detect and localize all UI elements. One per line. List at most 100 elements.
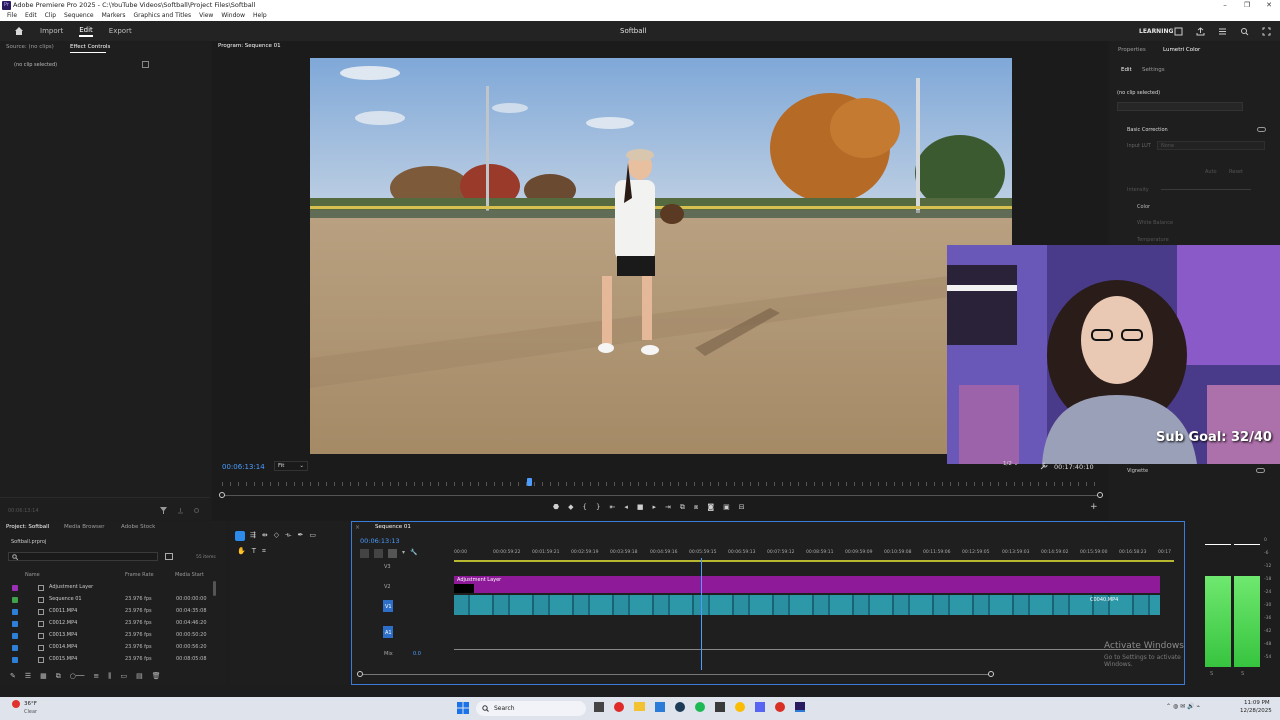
mark-out-icon[interactable]: } xyxy=(596,503,600,513)
zoom-handle-left[interactable] xyxy=(219,492,225,498)
stop-icon[interactable]: ■ xyxy=(637,503,644,513)
workspace-menu-icon[interactable] xyxy=(1218,27,1227,36)
tab-adobe-stock[interactable]: Adobe Stock xyxy=(121,524,155,530)
weather-temp[interactable]: 36°F xyxy=(24,701,37,707)
steam-icon[interactable] xyxy=(675,702,685,712)
tab-sequence[interactable]: Sequence 01 xyxy=(375,524,411,530)
label-color-swatch[interactable] xyxy=(12,657,18,663)
reset-button[interactable]: Reset xyxy=(1229,169,1243,175)
work-area-bar[interactable] xyxy=(454,560,1174,562)
vignette-toggle[interactable] xyxy=(1256,468,1265,473)
new-bin-icon[interactable] xyxy=(165,553,173,560)
label-color-swatch[interactable] xyxy=(12,645,18,651)
pen-tool-icon[interactable]: ✒ xyxy=(297,531,303,540)
adjustment-layer-clip[interactable]: Adjustment Layer xyxy=(454,576,1160,593)
selection-tool-icon[interactable] xyxy=(235,531,245,541)
task-view-icon[interactable] xyxy=(594,702,604,712)
project-item-row[interactable]: C0013.MP4 23.976 fps 00:00:50:20 xyxy=(0,631,212,642)
home-icon[interactable] xyxy=(14,26,24,36)
track-v3[interactable]: V3 xyxy=(384,564,391,570)
share-icon[interactable] xyxy=(1196,27,1205,36)
timeline-playhead[interactable] xyxy=(701,558,702,670)
tab-source[interactable]: Source: (no clips) xyxy=(6,44,54,50)
project-item-row[interactable]: C0012.MP4 23.976 fps 00:04:46:20 xyxy=(0,619,212,630)
project-item-row[interactable]: C0011.MP4 23.976 fps 00:04:35:08 xyxy=(0,607,212,618)
camera-icon[interactable]: ◙ xyxy=(707,503,714,513)
maximize-button[interactable]: ❐ xyxy=(1236,0,1258,11)
clock-date[interactable]: 12/28/2025 xyxy=(1240,708,1272,714)
minimize-button[interactable]: – xyxy=(1214,0,1236,11)
filter-icon[interactable] xyxy=(160,507,167,514)
snap-icon[interactable] xyxy=(374,549,383,558)
program-ruler[interactable] xyxy=(222,482,1102,486)
zoom-scrollbar[interactable] xyxy=(222,495,1102,496)
timeline-timecode[interactable]: 00:06:13:13 xyxy=(360,537,400,545)
nest-toggle-icon[interactable] xyxy=(360,549,369,558)
lumetri-preset-dropdown[interactable] xyxy=(1117,102,1243,111)
search-icon[interactable] xyxy=(1240,27,1249,36)
col-name[interactable]: Name xyxy=(25,572,40,578)
project-search-input[interactable] xyxy=(8,552,158,561)
comparison-icon[interactable]: ▣ xyxy=(723,503,730,513)
project-scrollbar[interactable] xyxy=(213,581,216,596)
icon-view-icon[interactable]: ▦ xyxy=(40,672,47,680)
system-tray[interactable]: ⌃ ◍ ✉ 🔊 ⌁ xyxy=(1166,703,1200,710)
razor-tool-icon[interactable]: ◇ xyxy=(274,531,279,540)
workspace-edit[interactable]: Edit xyxy=(79,26,93,37)
v1-video-clips[interactable]: C0040.MP4 xyxy=(454,595,1160,615)
program-playhead[interactable] xyxy=(527,478,532,486)
pencil-icon[interactable]: ✎ xyxy=(10,672,16,680)
close-button[interactable]: ✕ xyxy=(1258,0,1280,11)
workspace-export[interactable]: Export xyxy=(109,27,132,35)
step-back-icon[interactable]: ◂ xyxy=(624,503,628,513)
timeline-settings-icon[interactable]: 🔧 xyxy=(410,549,417,558)
program-video-frame[interactable] xyxy=(310,58,1012,454)
go-to-out-icon[interactable]: ⇥ xyxy=(665,503,671,513)
menu-edit[interactable]: Edit xyxy=(21,11,41,21)
trash-icon[interactable]: 🗑 xyxy=(152,672,161,680)
marker-icon[interactable]: ◆ xyxy=(568,503,573,513)
label-color-swatch[interactable] xyxy=(12,621,18,627)
zoom-slider[interactable]: ○── xyxy=(70,672,85,680)
automate-icon[interactable]: ⫼ xyxy=(108,672,111,681)
menu-sequence[interactable]: Sequence xyxy=(60,11,98,21)
vignette-header[interactable]: Vignette xyxy=(1127,468,1148,474)
discord-icon[interactable] xyxy=(755,702,765,712)
tab-effect-controls[interactable]: Effect Controls xyxy=(70,44,110,50)
tab-properties[interactable]: Properties xyxy=(1118,47,1146,53)
menu-help[interactable]: Help xyxy=(249,11,271,21)
label-color-swatch[interactable] xyxy=(12,633,18,639)
track-select-icon[interactable]: ⇶ xyxy=(250,531,256,540)
fit-dropdown[interactable]: Fit ⌄ xyxy=(274,461,308,471)
wrench-icon[interactable] xyxy=(1040,462,1048,470)
type-tool-icon[interactable]: T xyxy=(252,547,256,556)
col-frame-rate[interactable]: Frame Rate xyxy=(125,572,154,578)
tab-program[interactable]: Program: Sequence 01 xyxy=(218,43,281,49)
resolution-dropdown[interactable]: 1/2 ⌄ xyxy=(1003,461,1033,471)
opera-icon[interactable] xyxy=(614,702,624,712)
project-item-row[interactable]: C0014.MP4 23.976 fps 00:00:56:20 xyxy=(0,643,212,654)
track-v1[interactable]: V1 xyxy=(385,604,392,610)
add-marker-timeline-icon[interactable]: ▾ xyxy=(402,549,405,558)
basic-correction-header[interactable]: Basic Correction xyxy=(1127,127,1168,133)
label-color-swatch[interactable] xyxy=(12,585,18,591)
multicam-icon[interactable]: ⊟ xyxy=(739,503,745,513)
list-view-icon[interactable]: ☰ xyxy=(25,672,31,680)
ripple-edit-icon[interactable]: ⇹ xyxy=(262,531,268,540)
auto-button[interactable]: Auto xyxy=(1205,169,1217,175)
learning-button[interactable]: LEARNING xyxy=(1139,28,1173,35)
panel-toggle-icon[interactable] xyxy=(142,61,149,68)
store-icon[interactable] xyxy=(655,702,665,712)
file-explorer-icon[interactable] xyxy=(634,702,645,711)
meter-solo-left[interactable]: S xyxy=(1210,671,1213,677)
settings-icon[interactable] xyxy=(193,507,200,514)
timeline-ruler[interactable]: 00:00 00:00:59:22 00:01:59:21 00:02:59:19 00… xyxy=(454,550,1174,560)
project-item-row[interactable]: Sequence 01 23.976 fps 00:00:00:00 xyxy=(0,595,212,606)
extract-icon[interactable]: ⧈ xyxy=(694,503,698,513)
chrome-icon[interactable] xyxy=(735,702,745,712)
go-to-in-icon[interactable]: ⇤ xyxy=(609,503,615,513)
menu-file[interactable]: File xyxy=(3,11,21,21)
new-item-icon[interactable]: ▤ xyxy=(136,672,143,680)
basic-correction-toggle[interactable] xyxy=(1257,127,1266,132)
freeform-view-icon[interactable]: ⧉ xyxy=(56,672,61,681)
